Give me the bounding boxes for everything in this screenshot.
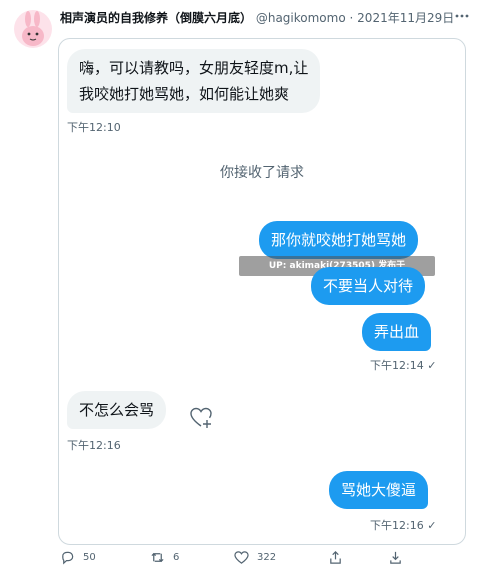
message-text: 嗨，可以请教吗，女朋友轻度m,让 (79, 59, 309, 77)
separator: · (349, 11, 354, 25)
message-time: 下午12:14 ✓ (370, 357, 436, 373)
message-bubble-sent: 骂她大傻逼 (329, 471, 429, 509)
reply-button[interactable]: 50 (60, 544, 96, 570)
share-button[interactable] (328, 544, 351, 570)
message-bubble-received: 嗨，可以请教吗，女朋友轻度m,让 我咬她打她骂她，如何能让她爽 (67, 49, 321, 113)
message-bubble-sent: 弄出血 (362, 313, 432, 351)
message-time-text: 下午12:14 (370, 359, 424, 372)
message-text: 我咬她打她骂她，如何能让她爽 (79, 85, 290, 103)
retweet-count: 6 (173, 551, 180, 563)
rabbit-avatar-icon (22, 11, 44, 46)
like-icon (234, 550, 249, 564)
avatar[interactable] (14, 10, 52, 48)
message-bubble-sent: 那你就咬她打她骂她 (259, 221, 419, 259)
retweet-button[interactable]: 6 (150, 544, 179, 570)
system-message: 你接收了请求 (220, 165, 304, 181)
reply-icon (62, 551, 74, 564)
more-options-icon[interactable] (453, 8, 471, 26)
message-time: 下午12:16 ✓ (370, 517, 436, 533)
tweet-actions: 50 6 322 (58, 544, 458, 570)
retweet-icon (151, 552, 164, 562)
author-handle[interactable]: @hagikomomo (256, 11, 346, 25)
message-bubble-sent: 不要当人对待 (311, 267, 426, 305)
read-check-icon: ✓ (427, 359, 437, 372)
react-heart-icon[interactable] (190, 407, 214, 433)
download-icon (390, 551, 401, 564)
message-time: 下午12:10 (67, 121, 121, 134)
share-icon (330, 550, 341, 564)
like-button[interactable]: 322 (234, 544, 276, 570)
like-count: 322 (257, 551, 277, 563)
download-button[interactable] (388, 544, 411, 570)
tweet-date[interactable]: 2021年11月29日 (357, 11, 454, 25)
read-check-icon: ✓ (427, 519, 437, 532)
reply-count: 50 (83, 551, 96, 563)
author-name[interactable]: 相声演员的自我修养（倒膜六月底） (60, 11, 252, 25)
message-time: 下午12:16 (67, 439, 121, 452)
media-image[interactable]: 嗨，可以请教吗，女朋友轻度m,让 我咬她打她骂她，如何能让她爽 下午12:10 … (58, 38, 466, 545)
message-bubble-received: 不怎么会骂 (67, 391, 167, 429)
tweet-header: 相声演员的自我修养（倒膜六月底） @hagikomomo · 2021年11月2… (60, 10, 454, 26)
message-time-text: 下午12:16 (370, 519, 424, 532)
